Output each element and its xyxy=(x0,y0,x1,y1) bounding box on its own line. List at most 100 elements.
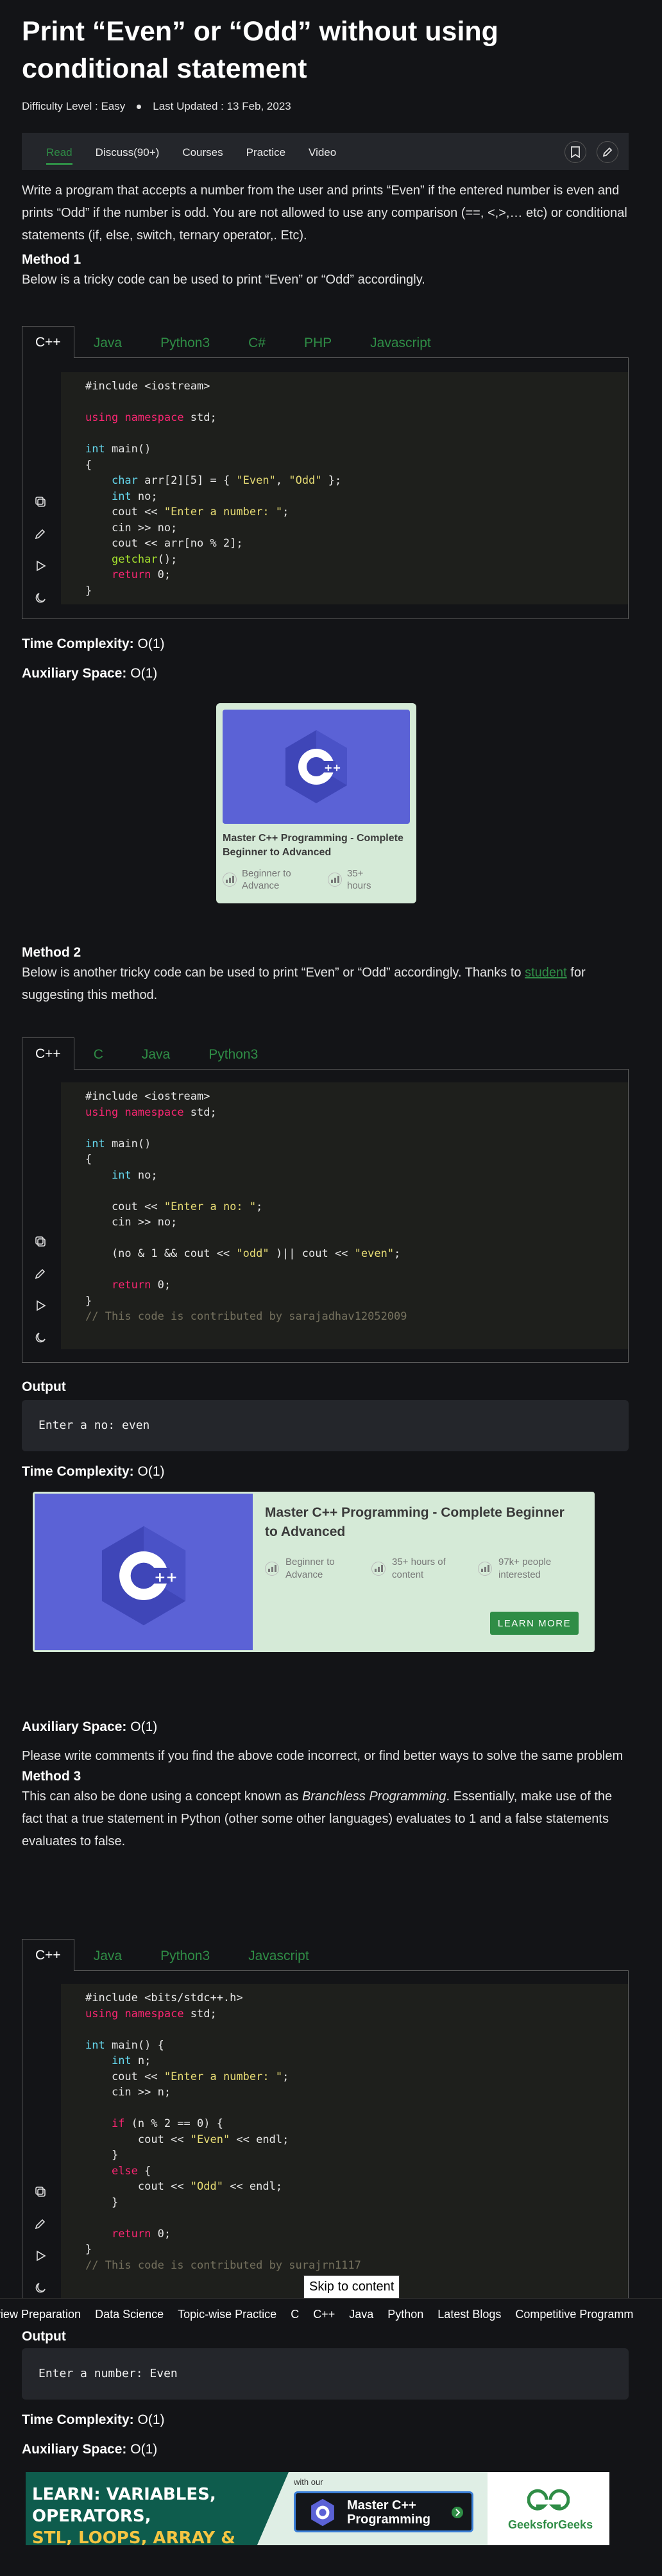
difficulty-level: Difficulty Level : Easy xyxy=(22,100,126,112)
run-button[interactable] xyxy=(31,557,49,575)
course-banner: ++ xyxy=(223,710,410,824)
level-bars-icon xyxy=(265,1562,279,1576)
course-meta: Beginner to Advance 35+ hours xyxy=(223,867,410,892)
method2-desc: Below is another tricky code can be used… xyxy=(22,966,586,1002)
method2-output-label: Output xyxy=(22,1379,66,1394)
lang-tab-cpp[interactable]: C++ xyxy=(22,1037,74,1070)
lang-tab-javascript[interactable]: Javascript xyxy=(229,1941,328,1971)
skip-to-content-link[interactable]: Skip to content xyxy=(303,2275,400,2299)
code-toolbar xyxy=(31,493,52,607)
ad-banner[interactable]: LEARN: VARIABLES, OPERATORS, STL, LOOPS,… xyxy=(26,2472,609,2545)
method3-lang-tabs: C++ Java Python3 Javascript xyxy=(22,1939,328,1971)
banner-hours: 35+ hours of content xyxy=(371,1556,456,1582)
nav-item-latest-blogs[interactable]: Latest Blogs xyxy=(437,2308,501,2321)
lang-tab-java[interactable]: Java xyxy=(123,1040,189,1070)
nav-item-interview-preparation[interactable]: view Preparation xyxy=(0,2308,81,2321)
lang-tab-cpp[interactable]: C++ xyxy=(22,1939,74,1971)
ad-headline: LEARN: VARIABLES, OPERATORS, STL, LOOPS,… xyxy=(32,2485,235,2545)
method3-output-label: Output xyxy=(22,2329,66,2344)
pencil-icon xyxy=(35,2219,46,2230)
pencil-icon xyxy=(35,1268,46,1279)
nav-item-java[interactable]: Java xyxy=(349,2308,373,2321)
ad-course-pill: Master C++ Programming xyxy=(294,2491,473,2532)
svg-text:++: ++ xyxy=(324,762,341,774)
bookmark-button[interactable] xyxy=(564,141,586,163)
tab-practice[interactable]: Practice xyxy=(246,146,285,165)
method2-aux-space: Auxiliary Space: O(1) xyxy=(22,1719,158,1734)
gfg-logo-icon xyxy=(527,2489,570,2511)
lang-tab-java[interactable]: Java xyxy=(74,328,141,358)
duration-bars-icon xyxy=(371,1562,386,1576)
theme-toggle-button[interactable] xyxy=(31,2279,49,2297)
learn-more-button[interactable]: LEARN MORE xyxy=(490,1612,579,1635)
theme-toggle-button[interactable] xyxy=(31,1329,49,1347)
copy-button[interactable] xyxy=(31,2183,49,2201)
level-bars-icon xyxy=(223,873,237,887)
copy-button[interactable] xyxy=(31,1233,49,1250)
banner-level: Beginner to Advance xyxy=(265,1556,350,1582)
student-link[interactable]: student xyxy=(525,966,567,980)
theme-toggle-button[interactable] xyxy=(31,589,49,607)
course-banner-wide[interactable]: ++ Master C++ Programming - Complete Beg… xyxy=(33,1492,595,1652)
method3-code[interactable]: #include <bits/stdc++.h> using namespace… xyxy=(61,1984,628,2298)
run-button[interactable] xyxy=(31,1297,49,1315)
cpp-logo-icon: ++ xyxy=(285,730,347,803)
nav-item-data-science[interactable]: Data Science xyxy=(95,2308,164,2321)
edit-button[interactable] xyxy=(597,141,618,163)
lang-tab-php[interactable]: PHP xyxy=(285,328,351,358)
lang-tab-java[interactable]: Java xyxy=(74,1941,141,1971)
category-nav-strip: view Preparation Data Science Topic-wise… xyxy=(0,2298,662,2330)
lang-tab-python3[interactable]: Python3 xyxy=(141,1941,229,1971)
edit-code-button[interactable] xyxy=(31,1265,49,1283)
edit-code-button[interactable] xyxy=(31,2215,49,2233)
method2-time-complexity: Time Complexity: O(1) xyxy=(22,1464,165,1479)
lang-tab-c[interactable]: C xyxy=(74,1040,123,1070)
method3-time-complexity: Time Complexity: O(1) xyxy=(22,2412,165,2427)
tab-read[interactable]: Read xyxy=(46,146,72,165)
edit-code-button[interactable] xyxy=(31,525,49,543)
tab-courses[interactable]: Courses xyxy=(182,146,223,165)
ad-course-title: Master C++ Programming xyxy=(347,2498,431,2527)
play-icon xyxy=(37,1300,46,1311)
nav-item-cpp[interactable]: C++ xyxy=(313,2308,335,2321)
ad-with-text: with our xyxy=(294,2477,323,2487)
separator-dot xyxy=(137,104,142,109)
run-button[interactable] xyxy=(31,2247,49,2265)
method1-code[interactable]: #include <iostream> using namespace std;… xyxy=(61,372,628,604)
method1-aux-space: Auxiliary Space: O(1) xyxy=(22,666,158,681)
method3-desc: This can also be done using a concept kn… xyxy=(22,1789,613,1848)
copy-icon xyxy=(35,497,46,507)
method1-time-complexity: Time Complexity: O(1) xyxy=(22,636,165,651)
course-title: Master C++ Programming - Complete Beginn… xyxy=(223,833,403,858)
cpp-logo-icon: ++ xyxy=(101,1526,186,1626)
lang-tab-python3[interactable]: Python3 xyxy=(141,328,229,358)
tab-discuss[interactable]: Discuss(90+) xyxy=(96,146,160,165)
tab-video[interactable]: Video xyxy=(309,146,336,165)
code-toolbar xyxy=(31,1233,52,1347)
lang-tab-javascript[interactable]: Javascript xyxy=(351,328,450,358)
course-card[interactable]: ++ Master C++ Programming - Complete Beg… xyxy=(216,703,416,903)
pencil-icon xyxy=(602,147,613,157)
nav-item-python[interactable]: Python xyxy=(387,2308,423,2321)
cpp-logo-icon xyxy=(311,2498,334,2527)
banner-image: ++ xyxy=(35,1494,253,1650)
copy-button[interactable] xyxy=(31,493,49,511)
code-toolbar xyxy=(31,2183,52,2297)
nav-item-c[interactable]: C xyxy=(291,2308,299,2321)
intro-text: Write a program that accepts a number fr… xyxy=(22,183,627,243)
lang-tab-csharp[interactable]: C# xyxy=(229,328,285,358)
nav-item-competitive-programming[interactable]: Competitive Programm xyxy=(515,2308,633,2321)
nav-item-topic-practice[interactable]: Topic-wise Practice xyxy=(178,2308,276,2321)
lang-tab-python3[interactable]: Python3 xyxy=(189,1040,277,1070)
method1-heading: Method 1 xyxy=(22,252,81,267)
method2-output: Enter a no: even xyxy=(22,1400,629,1451)
pencil-icon xyxy=(35,529,46,540)
method2-code[interactable]: #include <iostream> using namespace std;… xyxy=(61,1082,628,1349)
lang-tab-cpp[interactable]: C++ xyxy=(22,326,74,358)
banner-meta: Beginner to Advance 35+ hours of content… xyxy=(265,1556,563,1582)
last-updated: Last Updated : 13 Feb, 2023 xyxy=(153,100,291,112)
arrow-right-icon xyxy=(452,2507,463,2518)
method2-lang-tabs: C++ C Java Python3 xyxy=(22,1037,277,1070)
banner-title: Master C++ Programming - Complete Beginn… xyxy=(265,1505,564,1539)
play-icon xyxy=(37,560,46,572)
